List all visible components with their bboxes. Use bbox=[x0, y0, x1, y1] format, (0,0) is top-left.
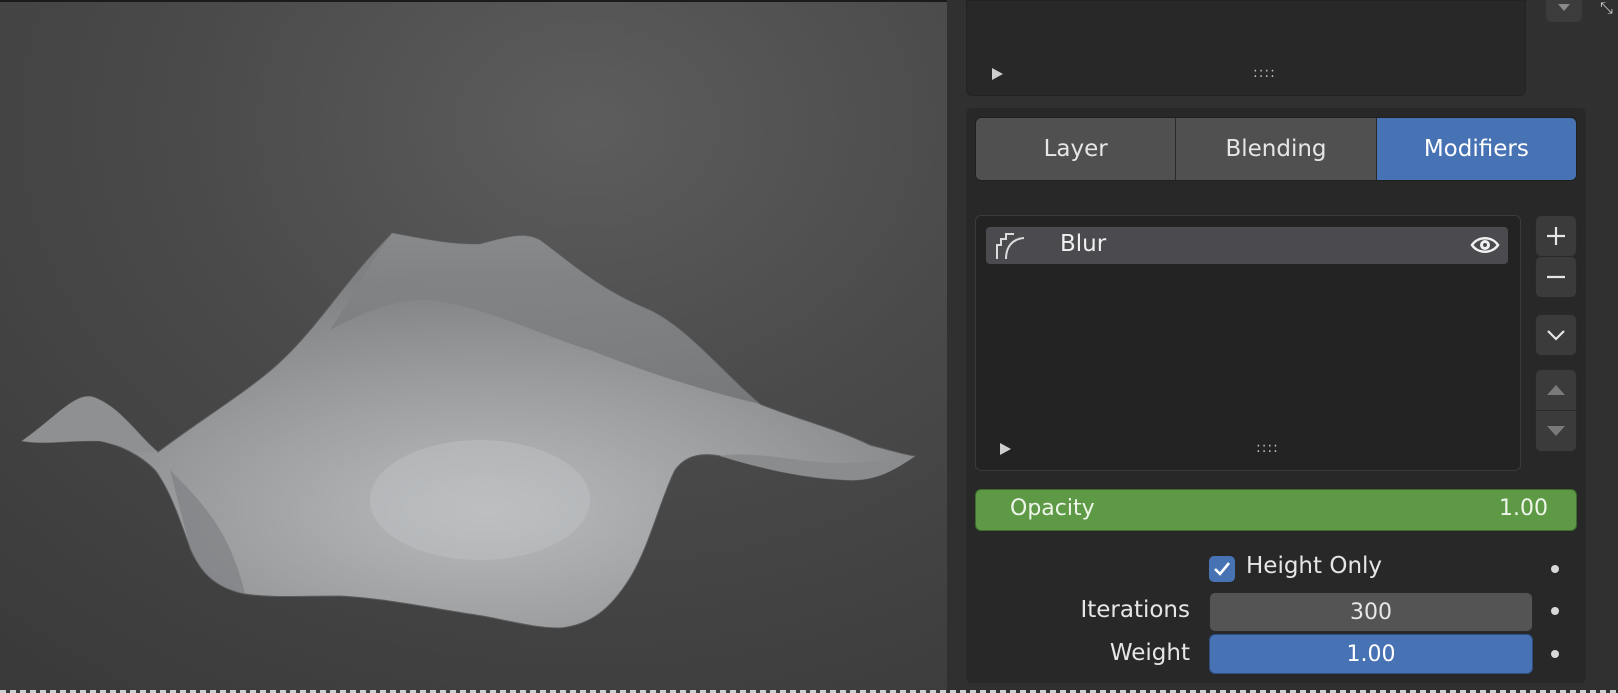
modifier-name: Blur bbox=[1060, 231, 1107, 257]
tab-modifiers[interactable]: Modifiers bbox=[1376, 118, 1576, 180]
opacity-slider[interactable]: Opacity 1.00 bbox=[975, 489, 1577, 531]
resize-grip[interactable]: :::: bbox=[1253, 65, 1276, 81]
remove-button[interactable] bbox=[1535, 256, 1577, 298]
modifier-list[interactable]: Blur :::: bbox=[975, 215, 1521, 471]
chevron-down-icon bbox=[1558, 4, 1570, 11]
opacity-value: 1.00 bbox=[1499, 496, 1548, 521]
opacity-label: Opacity bbox=[1010, 496, 1095, 521]
iterations-field[interactable]: 300 bbox=[1209, 592, 1533, 632]
weight-field[interactable]: 1.00 bbox=[1209, 634, 1533, 674]
move-up-icon bbox=[1547, 385, 1565, 395]
corner-close-icon[interactable]: ⤡ bbox=[1600, 0, 1618, 18]
terrain-mesh bbox=[20, 232, 917, 629]
weight-label: Weight bbox=[1109, 640, 1190, 666]
move-down-button[interactable] bbox=[1535, 410, 1577, 452]
iterations-label: Iterations bbox=[1080, 597, 1190, 623]
blur-modifier-icon bbox=[996, 233, 1025, 260]
expand-triangle-icon[interactable] bbox=[992, 68, 1003, 80]
chevron-down-icon bbox=[1547, 330, 1565, 341]
height-only-label: Height Only bbox=[1246, 553, 1383, 579]
add-button[interactable] bbox=[1535, 215, 1577, 257]
dropdown-button[interactable] bbox=[1546, 0, 1582, 22]
upper-list-panel: :::: bbox=[966, 0, 1526, 96]
add-icon bbox=[1547, 227, 1565, 245]
height-only-checkbox[interactable] bbox=[1209, 556, 1235, 582]
keyframe-dot-icon[interactable] bbox=[1551, 607, 1559, 615]
move-up-button[interactable] bbox=[1535, 369, 1577, 411]
keyframe-dot-icon[interactable] bbox=[1551, 565, 1559, 573]
tab-blending[interactable]: Blending bbox=[1176, 118, 1377, 180]
move-down-icon bbox=[1547, 426, 1565, 436]
layer-tabs: Layer Blending Modifiers bbox=[975, 117, 1577, 181]
keyframe-dot-icon[interactable] bbox=[1551, 650, 1559, 658]
tab-layer[interactable]: Layer bbox=[976, 118, 1177, 180]
3d-viewport[interactable] bbox=[0, 0, 947, 693]
list-item[interactable]: Blur bbox=[986, 227, 1508, 264]
remove-icon bbox=[1547, 275, 1565, 279]
eye-icon[interactable] bbox=[1470, 233, 1500, 257]
checkmark-icon bbox=[1214, 562, 1231, 576]
options-dropdown-button[interactable] bbox=[1535, 314, 1577, 356]
expand-triangle-icon[interactable] bbox=[1000, 443, 1011, 455]
resize-grip[interactable]: :::: bbox=[1256, 440, 1279, 456]
